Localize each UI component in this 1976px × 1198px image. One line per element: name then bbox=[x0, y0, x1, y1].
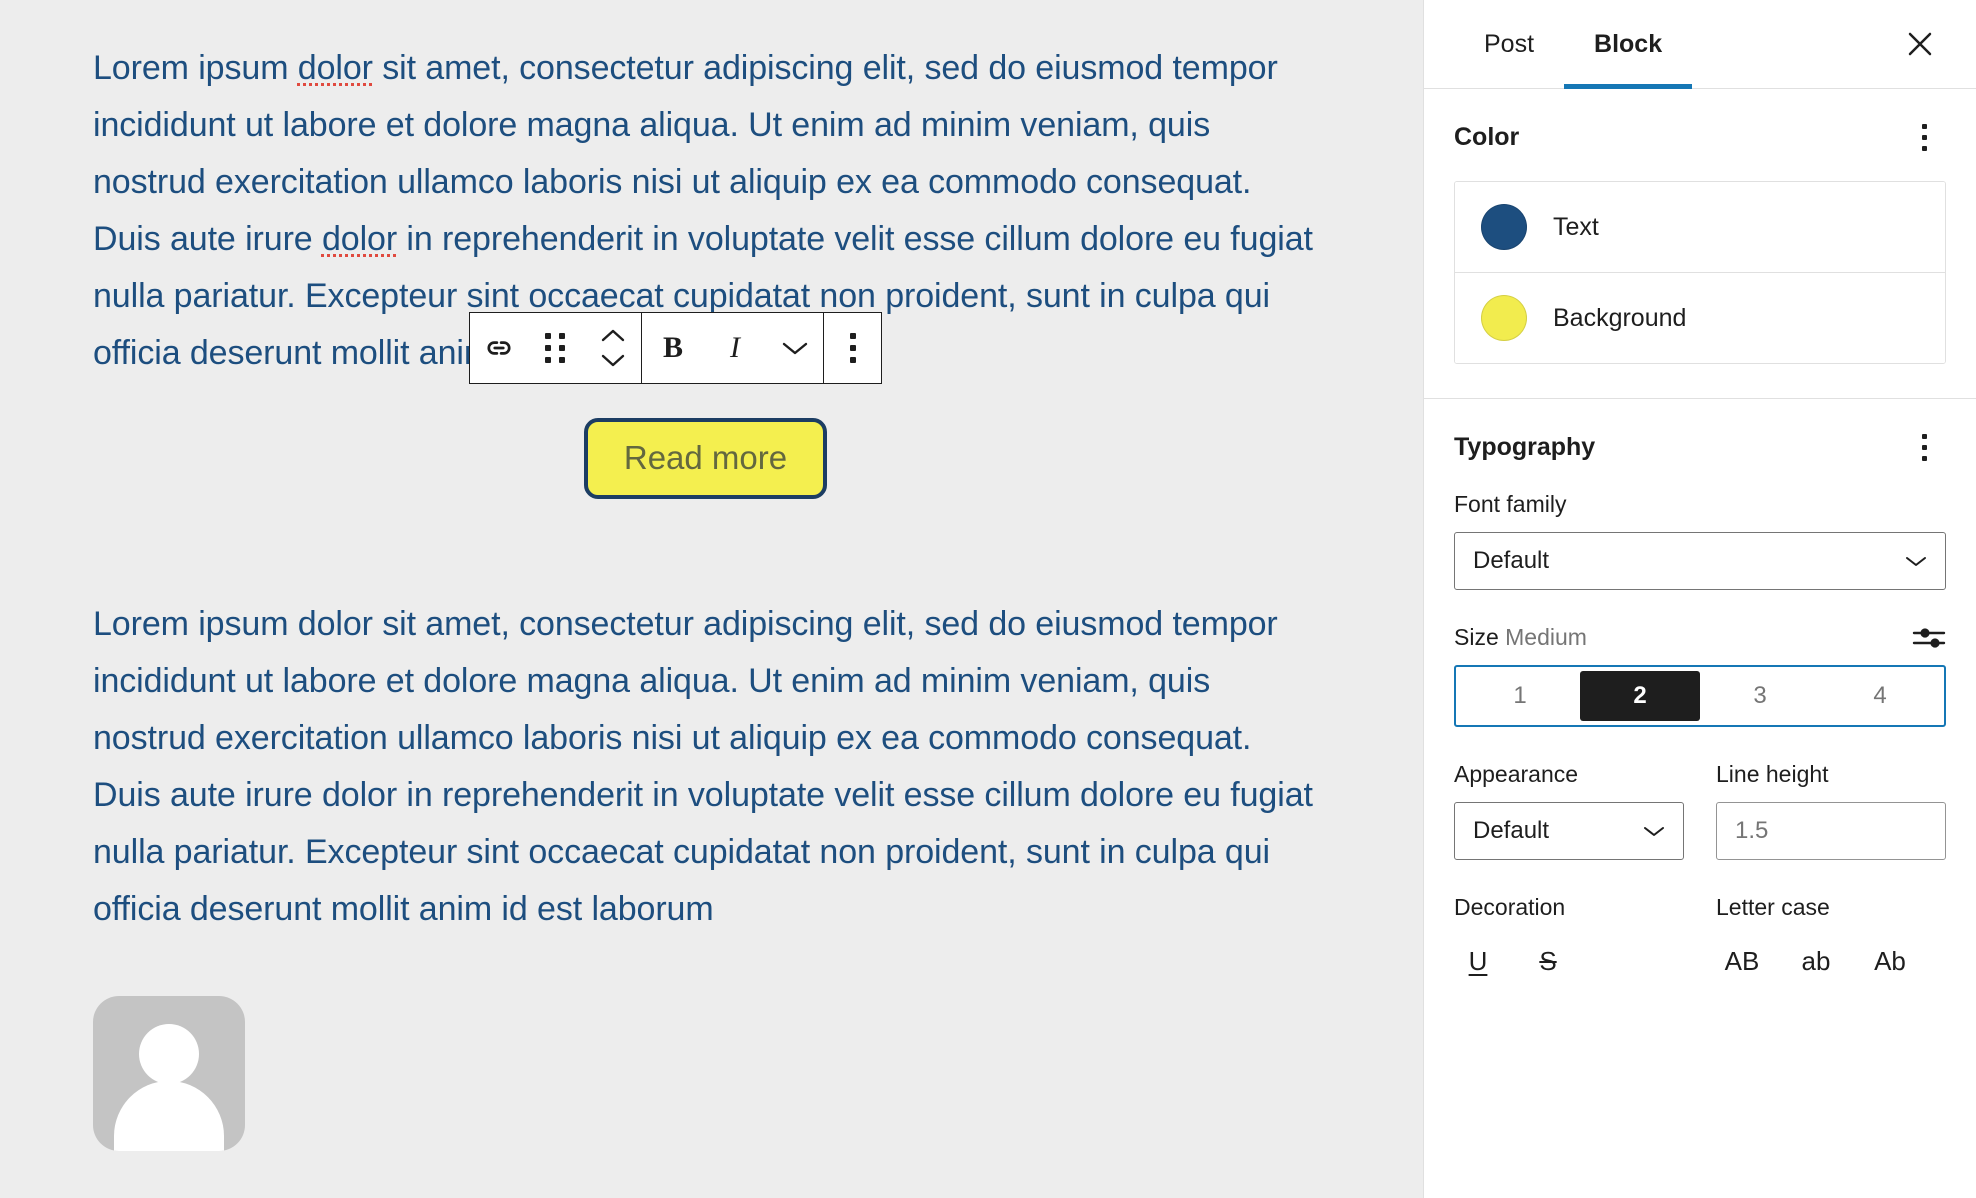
letter-case-field: Letter case AB ab Ab bbox=[1716, 894, 1946, 985]
letter-case-label: Letter case bbox=[1716, 894, 1830, 920]
options-icon[interactable] bbox=[824, 313, 881, 383]
lowercase-icon[interactable]: ab bbox=[1790, 937, 1842, 985]
block-toolbar-group-format: B I bbox=[641, 313, 823, 383]
misspelled-word: dolor bbox=[321, 220, 398, 258]
typography-panel-title: Typography bbox=[1454, 432, 1596, 461]
underline-icon[interactable]: U bbox=[1454, 937, 1502, 985]
kebab-dots bbox=[1921, 123, 1927, 151]
color-option-label: Background bbox=[1553, 303, 1687, 332]
color-panel-header: Color bbox=[1454, 115, 1946, 159]
line-height-input[interactable] bbox=[1716, 802, 1946, 860]
editor-canvas: Lorem ipsum dolor sit amet, consectetur … bbox=[0, 0, 1423, 1198]
decoration-field: Decoration U S bbox=[1454, 894, 1684, 985]
tab-block[interactable]: Block bbox=[1564, 0, 1693, 89]
close-icon[interactable] bbox=[1894, 18, 1946, 70]
decoration-label: Decoration bbox=[1454, 894, 1566, 920]
color-option-text[interactable]: Text bbox=[1455, 182, 1945, 272]
avatar-head-icon bbox=[139, 1024, 199, 1084]
size-label: Size bbox=[1454, 624, 1499, 650]
strikethrough-icon[interactable]: S bbox=[1524, 937, 1572, 985]
chevron-down-icon bbox=[1644, 826, 1664, 836]
set-custom-size-icon[interactable] bbox=[1912, 625, 1946, 651]
block-toolbar-group-block bbox=[470, 313, 641, 383]
drag-dots bbox=[545, 332, 566, 364]
size-option-4[interactable]: 4 bbox=[1820, 671, 1940, 721]
line-height-label: Line height bbox=[1716, 761, 1829, 787]
color-panel-title: Color bbox=[1454, 122, 1520, 151]
background-color-swatch bbox=[1481, 295, 1527, 341]
size-value: Medium bbox=[1505, 624, 1587, 650]
color-panel: Color Text Background bbox=[1424, 89, 1976, 399]
paragraph-text-part-a: Lorem ipsum bbox=[93, 49, 298, 87]
kebab-dots bbox=[849, 333, 856, 363]
block-toolbar: B I bbox=[469, 312, 882, 384]
chevron-down-icon[interactable] bbox=[766, 313, 823, 383]
decoration-lettercase-row: Decoration U S Letter case AB ab Ab bbox=[1454, 894, 1946, 985]
typography-panel-header: Typography bbox=[1454, 425, 1946, 469]
color-options-icon[interactable] bbox=[1902, 115, 1946, 159]
size-header: Size Medium bbox=[1454, 624, 1946, 651]
color-option-background[interactable]: Background bbox=[1455, 272, 1945, 363]
appearance-value: Default bbox=[1473, 817, 1550, 844]
font-family-value: Default bbox=[1473, 547, 1550, 574]
button-block-wrapper: Read more bbox=[93, 418, 1318, 499]
read-more-button[interactable]: Read more bbox=[583, 418, 828, 499]
sidebar-tablist: Post Block bbox=[1424, 0, 1976, 89]
font-family-select[interactable]: Default bbox=[1454, 532, 1946, 590]
drag-handle-icon[interactable] bbox=[527, 313, 584, 383]
button-block-icon[interactable] bbox=[470, 313, 527, 383]
typography-options-icon[interactable] bbox=[1902, 425, 1946, 469]
typography-panel: Typography Font family Default Size Medi… bbox=[1424, 399, 1976, 1019]
size-label-group: Size Medium bbox=[1454, 624, 1587, 651]
line-height-field: Line height bbox=[1716, 761, 1946, 860]
color-option-label: Text bbox=[1553, 212, 1599, 241]
move-updown-icon[interactable] bbox=[584, 313, 641, 383]
italic-icon[interactable]: I bbox=[704, 313, 766, 383]
appearance-lineheight-row: Appearance Default Line height bbox=[1454, 761, 1946, 860]
editor-window: Lorem ipsum dolor sit amet, consectetur … bbox=[0, 0, 1976, 1198]
move-arrows bbox=[601, 329, 625, 367]
chevron-down-icon bbox=[1906, 556, 1926, 566]
size-option-1[interactable]: 1 bbox=[1460, 671, 1580, 721]
decoration-options: U S bbox=[1454, 937, 1684, 985]
avatar-wrapper bbox=[93, 996, 1423, 1151]
color-options-list: Text Background bbox=[1454, 181, 1946, 364]
avatar[interactable] bbox=[93, 996, 245, 1151]
appearance-select[interactable]: Default bbox=[1454, 802, 1684, 860]
appearance-field: Appearance Default bbox=[1454, 761, 1684, 860]
size-option-2[interactable]: 2 bbox=[1580, 671, 1700, 721]
misspelled-word: dolor bbox=[297, 49, 373, 87]
block-toolbar-group-options bbox=[823, 313, 881, 383]
size-option-3[interactable]: 3 bbox=[1700, 671, 1820, 721]
paragraph-block-2[interactable]: Lorem ipsum dolor sit amet, consectetur … bbox=[93, 596, 1318, 938]
font-family-label: Font family bbox=[1454, 491, 1567, 517]
appearance-label: Appearance bbox=[1454, 761, 1579, 787]
bold-icon[interactable]: B bbox=[642, 313, 704, 383]
uppercase-icon[interactable]: AB bbox=[1716, 937, 1768, 985]
text-color-swatch bbox=[1481, 204, 1527, 250]
settings-sidebar: Post Block Color Text Background Typogra… bbox=[1423, 0, 1976, 1198]
size-segmented-control: 1 2 3 4 bbox=[1454, 665, 1946, 727]
letter-case-options: AB ab Ab bbox=[1716, 937, 1946, 985]
tab-post[interactable]: Post bbox=[1454, 0, 1564, 88]
capitalize-icon[interactable]: Ab bbox=[1864, 937, 1916, 985]
avatar-body-icon bbox=[114, 1081, 224, 1151]
kebab-dots bbox=[1921, 433, 1927, 461]
